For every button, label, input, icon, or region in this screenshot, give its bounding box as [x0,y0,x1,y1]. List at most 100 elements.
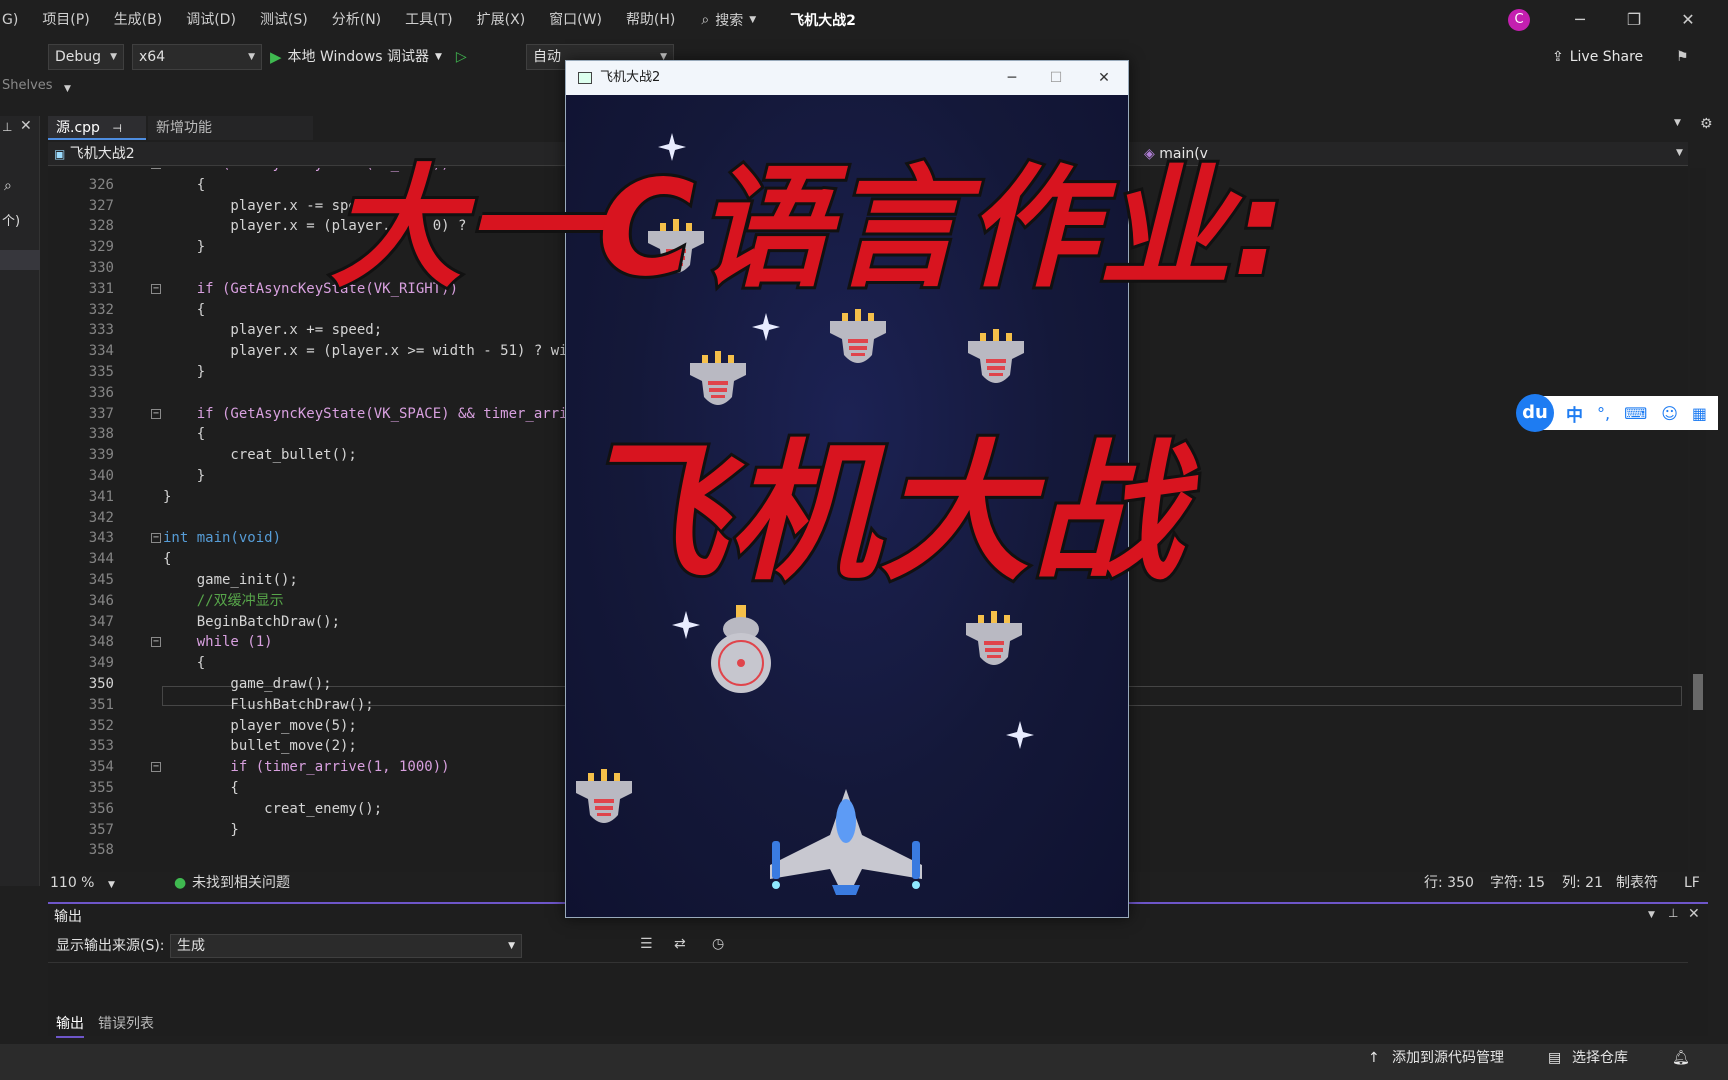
start-without-debug-icon[interactable]: ▷ [456,44,467,70]
ime-language[interactable]: 中 [1566,401,1583,426]
tab-error-list[interactable]: 错误列表 [98,1012,154,1036]
run-debugger-button[interactable]: ▶ 本地 Windows 调试器 ▼ ▷ [270,44,467,70]
chevron-down-icon[interactable]: ▼ [108,874,115,896]
fold-toggle-icon[interactable]: − [151,408,161,419]
close-icon[interactable]: ✕ [1082,61,1126,95]
code-text: { [163,426,206,443]
enemy-plane-icon [576,769,632,823]
select-repo-button[interactable]: 选择仓库 [1572,1044,1628,1072]
pin-icon[interactable]: ⊥ [1668,906,1678,920]
line-number: 326 [88,176,114,193]
word-wrap-icon[interactable]: ⇄ [674,936,686,952]
output-text-area[interactable] [48,962,1688,1024]
share-icon: ⇪ [1552,49,1564,65]
fold-toggle-icon[interactable]: − [151,637,161,648]
pin-icon[interactable]: ⊥ [2,120,12,134]
code-text: { [163,780,239,796]
eol-mode[interactable]: LF [1684,872,1700,894]
zoom-level[interactable]: 110 % [50,872,94,894]
user-icon[interactable]: ☺ [1661,404,1678,423]
fold-toggle-icon[interactable]: − [151,168,161,169]
feedback-icon[interactable]: ⚑ [1676,44,1689,70]
vertical-scrollbar[interactable] [1690,168,1706,872]
game-window-titlebar[interactable]: 飞机大战2 ─ ☐ ✕ [566,61,1128,95]
clock-icon[interactable]: ◷ [712,936,724,952]
chevron-down-icon: ▼ [749,15,757,25]
minimize-icon[interactable]: ─ [990,61,1034,95]
menu-item-build[interactable]: 生成(B) [102,0,175,40]
tab-overflow-icon[interactable]: ▼ [1674,118,1681,128]
menu-item-test[interactable]: 测试(S) [248,0,320,40]
line-indicator[interactable]: 行: 350 [1424,872,1474,894]
line-number: 348 [88,634,114,651]
tab-mode[interactable]: 制表符 [1616,872,1658,894]
star-icon [752,313,780,341]
menu-item-project[interactable]: 项目(P) [30,0,101,40]
project-dropdown[interactable]: ▣ 飞机大战2 [54,142,135,166]
shelves-label: Shelves [2,78,53,93]
tab-output[interactable]: 输出 [56,1012,84,1038]
tab-whats-new[interactable]: 新增功能 [148,116,313,140]
enemy-plane-icon [966,611,1022,665]
avatar[interactable]: C [1508,9,1530,31]
maximize-icon[interactable]: ☐ [1034,61,1078,95]
char-indicator[interactable]: 字符: 15 [1490,872,1545,894]
status-bar: ↑ 添加到源代码管理 ▤ 选择仓库 🔔︎ [0,1044,1728,1080]
add-source-control-button[interactable]: 添加到源代码管理 [1392,1044,1504,1072]
line-number: 327 [88,197,114,214]
col-indicator[interactable]: 列: 21 [1562,872,1603,894]
dropdown-icon[interactable]: ▼ [64,84,71,94]
output-panel: 输出 ▼ ⊥ ✕ 显示输出来源(S): 生成 ▼ ☰ ⇄ ◷ [48,902,1708,1036]
close-icon[interactable]: ✕ [20,118,32,134]
tab-source-cpp[interactable]: 源.cpp ⊣ ✕ [48,116,146,161]
pin-icon[interactable]: ⊣ [112,122,122,135]
scrollbar-thumb[interactable] [1693,674,1703,710]
fold-toggle-icon[interactable]: − [151,283,161,294]
repo-icon: ▤ [1548,1050,1562,1066]
search-label: 搜索 [715,13,744,29]
fold-toggle-icon[interactable]: − [151,533,161,544]
menu-item-debug[interactable]: 调试(D) [174,0,248,40]
notification-bell-icon[interactable]: 🔔︎ [1672,1044,1690,1072]
menu-item-g[interactable]: G) [0,0,30,40]
config-select[interactable]: Debug ▼ [48,44,124,70]
code-text: { [163,176,206,193]
chevron-down-icon[interactable]: ▼ [1676,148,1683,158]
line-number: 338 [88,426,114,443]
line-number: 341 [88,488,114,505]
chevron-down-icon[interactable]: ▼ [1648,910,1655,920]
line-number: 325 [48,168,114,174]
ime-toolbar[interactable]: du 中 °, ⌨ ☺ ▦ [1516,394,1718,432]
minimize-icon[interactable]: ─ [1568,8,1592,32]
live-share-button[interactable]: ⇪ Live Share [1552,44,1643,70]
line-number: 333 [88,322,114,339]
keyboard-icon[interactable]: ⌨ [1624,404,1647,423]
play-icon: ▶ [270,48,282,66]
close-icon[interactable]: ✕ [1688,906,1700,922]
line-number: 329 [88,239,114,256]
code-text: if (timer_arrive(1, 1000)) [163,759,450,776]
wrap-icon[interactable]: ☰ [640,936,653,952]
punctuation-icon[interactable]: °, [1597,404,1610,423]
arrow-up-icon: ↑ [1368,1050,1380,1066]
settings-icon[interactable]: ⚙ [1700,116,1713,132]
search-icon[interactable]: ⌕ [4,178,12,194]
app-title: 飞机大战2 [790,13,856,29]
grid-icon[interactable]: ▦ [1692,404,1707,423]
output-source-select[interactable]: 生成 ▼ [170,934,522,958]
issues-label[interactable]: 未找到相关问题 [192,872,290,894]
menu-item-help[interactable]: 帮助(H) [614,0,687,40]
menu-item-tools[interactable]: 工具(T) [393,0,464,40]
restore-icon[interactable]: ❐ [1622,8,1646,32]
platform-select[interactable]: x64 ▼ [132,44,262,70]
code-text: game_init(); [163,572,298,588]
menu-item-extensions[interactable]: 扩展(X) [465,0,538,40]
menu-item-window[interactable]: 窗口(W) [537,0,614,40]
menu-item-analyze[interactable]: 分析(N) [320,0,393,40]
line-number: 331 [88,280,114,297]
search-box[interactable]: ⌕ 搜索 ▼ [687,10,770,30]
project-icon: ▣ [54,147,66,161]
close-icon[interactable]: ✕ [1676,8,1700,32]
fold-toggle-icon[interactable]: − [151,762,161,773]
count-label: 个) [2,214,21,229]
